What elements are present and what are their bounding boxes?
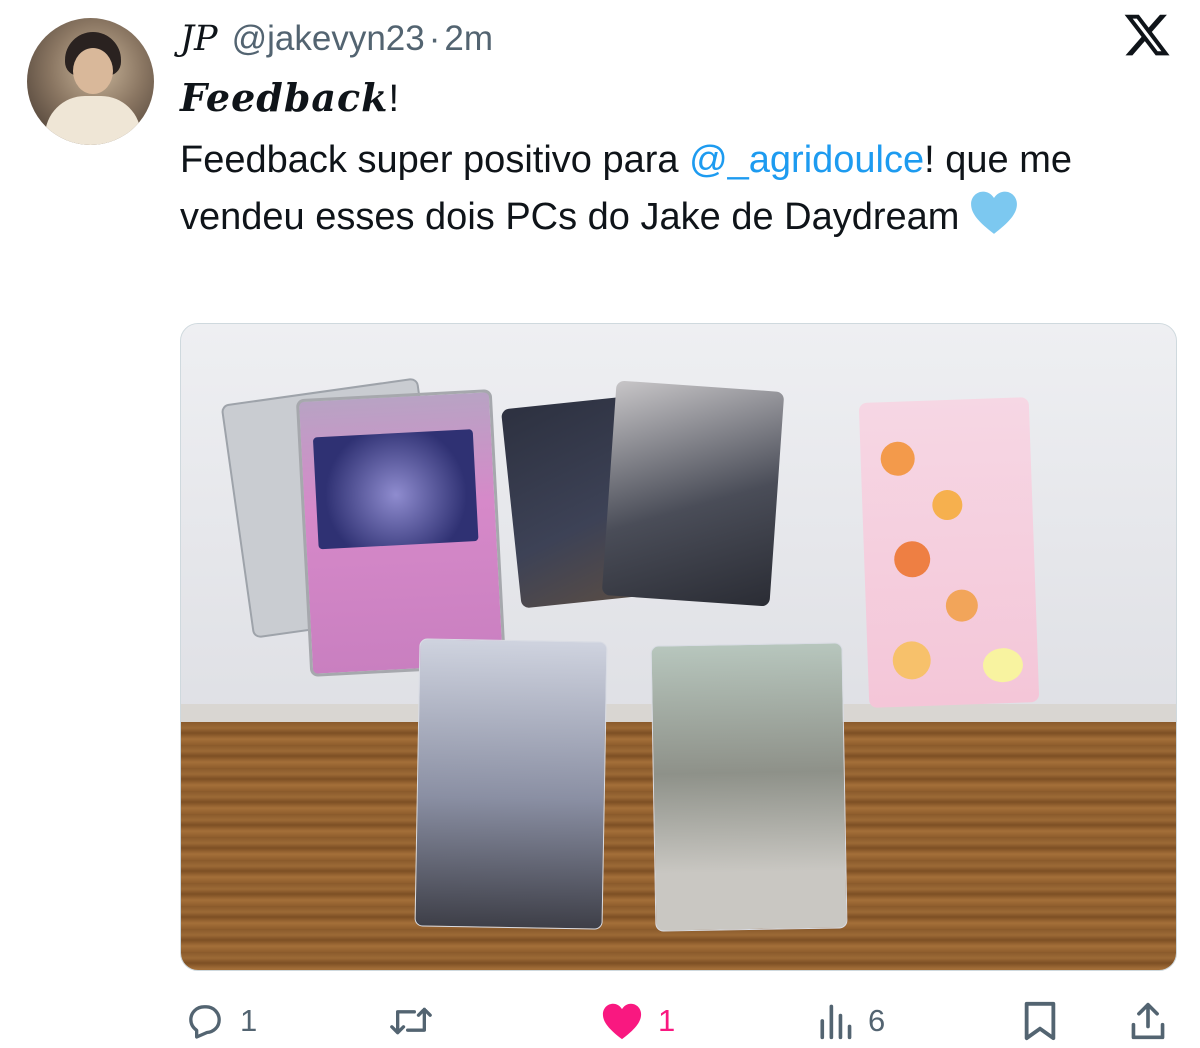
avatar[interactable] (27, 18, 154, 145)
pokemon-card-carbink (295, 389, 507, 677)
pokemon-card-art (312, 429, 479, 550)
timestamp[interactable]: 2m (444, 19, 493, 59)
retweet-button[interactable] (385, 996, 451, 1046)
sticker-dot (931, 489, 963, 521)
sticker-dot (893, 540, 931, 578)
retweet-icon (390, 1007, 432, 1035)
reply-count: 1 (240, 1003, 258, 1038)
title-fancy-text: Feedback (180, 75, 389, 120)
views-button[interactable]: 6 (816, 996, 885, 1046)
sticker-dot (892, 640, 932, 681)
share-button[interactable] (1128, 996, 1168, 1046)
sticker-sheet (858, 397, 1040, 708)
views-count: 6 (868, 1003, 886, 1038)
tweet-media-photo[interactable] (180, 323, 1177, 971)
sticker-dot (880, 441, 916, 477)
like-count: 1 (658, 1003, 676, 1038)
photocard-glasses (601, 380, 785, 607)
views-icon (820, 1004, 852, 1040)
display-name[interactable]: JP (180, 19, 218, 59)
handle[interactable]: @jakevyn23 (232, 19, 425, 59)
share-icon (1131, 1002, 1165, 1040)
body-text-before: Feedback super positivo para (180, 139, 690, 181)
avatar-shirt (45, 96, 141, 145)
avatar-face (73, 48, 113, 94)
separator-dot: · (428, 19, 441, 58)
heart-icon (602, 1003, 642, 1040)
title-punct: ! (388, 78, 400, 120)
photocard-jake-1 (414, 638, 608, 930)
x-logo-icon (1124, 14, 1170, 56)
mention-link[interactable]: @_agridoulce (689, 139, 924, 181)
bookmark-button[interactable] (1020, 996, 1060, 1046)
reply-icon (189, 1005, 221, 1039)
bookmark-icon (1024, 1001, 1056, 1041)
photocard-jake-2 (650, 642, 848, 932)
light-blue-heart-emoji (969, 189, 1019, 252)
like-button[interactable]: 1 (600, 996, 675, 1046)
tweet-header: JP @jakevyn23 · 2m (180, 14, 493, 64)
reply-button[interactable]: 1 (184, 996, 257, 1046)
tweet-body: Feedback super positivo para @_agridoulc… (180, 132, 1180, 252)
sticker-dot (982, 647, 1024, 683)
tweet-title: Feedback! (180, 74, 399, 123)
sticker-dot (945, 589, 979, 623)
